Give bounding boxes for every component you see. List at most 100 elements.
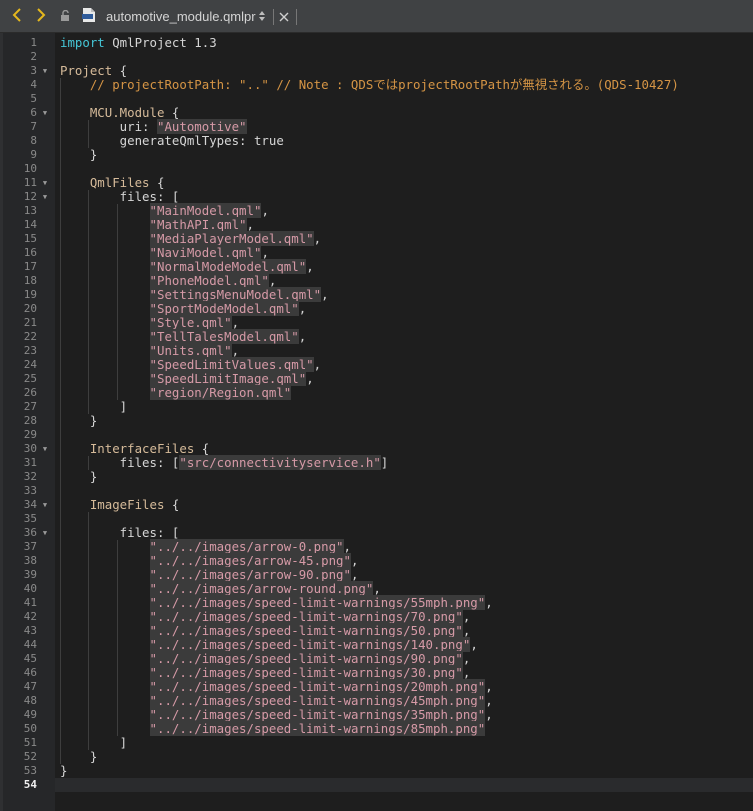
line-number: 31	[23, 456, 37, 469]
code-token: }	[60, 413, 98, 428]
code-token: "../../images/speed-limit-warnings/20mph…	[149, 679, 486, 694]
line-number: 7	[30, 120, 37, 133]
code-token: "src/connectivityservice.h"	[179, 455, 381, 470]
fold-marker-icon[interactable]: ▼	[41, 64, 49, 78]
open-document-selector[interactable]: automotive_module.qmlproject	[106, 0, 256, 33]
fold-marker-icon[interactable]: ▼	[41, 176, 49, 190]
code-token: ,	[261, 245, 269, 260]
text-editor-area[interactable]: 1 2 3 ▼ 4 5 6 ▼ 7 8 9 10 11 ▼ 12 ▼ 13 14 15 16 17 18 19 20 21 22 2…	[0, 33, 753, 811]
line-number: 18	[23, 274, 37, 287]
line-number: 3	[30, 64, 37, 77]
line-number: 49	[23, 708, 37, 721]
code-line: "NormalModeModel.qml",	[60, 259, 314, 274]
code-line: "SpeedLimitImage.qml",	[60, 371, 314, 386]
line-number: 39	[23, 568, 37, 581]
code-token: "MediaPlayerModel.qml"	[149, 231, 314, 246]
line-number: 15	[23, 232, 37, 245]
line-number: 50	[23, 722, 37, 735]
navigate-back-button[interactable]	[8, 0, 26, 33]
fold-marker-icon[interactable]: ▼	[41, 442, 49, 456]
line-number: 8	[30, 134, 37, 147]
code-token: }	[60, 763, 68, 778]
code-line: MCU.Module {	[60, 105, 180, 120]
line-number: 45	[23, 652, 37, 665]
code-token: ,	[313, 231, 322, 246]
code-line: "../../images/speed-limit-warnings/35mph…	[60, 707, 493, 722]
code-token: "region/Region.qml"	[149, 385, 292, 400]
code-token: "../../images/speed-limit-warnings/70.pn…	[149, 609, 463, 624]
code-token: "TellTalesModel.qml"	[149, 329, 299, 344]
code-token: "Style.qml"	[149, 315, 232, 330]
code-token: ]	[380, 455, 389, 470]
code-line: "MathAPI.qml",	[60, 217, 254, 232]
line-number: 20	[23, 302, 37, 315]
code-token: ,	[246, 217, 254, 232]
code-line: }	[60, 148, 97, 162]
code-token: true	[253, 133, 284, 148]
code-token: "../../images/arrow-round.png"	[149, 581, 374, 596]
line-number: 2	[30, 50, 37, 63]
line-number: 41	[23, 596, 37, 609]
code-line: "../../images/speed-limit-warnings/90.pn…	[60, 651, 471, 666]
code-token: InterfaceFiles	[89, 441, 195, 456]
code-token: "../../images/arrow-90.png"	[149, 567, 351, 582]
code-line: "region/Region.qml"	[60, 385, 292, 400]
code-token: "Automotive"	[156, 119, 247, 134]
line-number: 6	[30, 106, 37, 119]
file-type-indicator	[80, 0, 98, 33]
code-line: generateQmlTypes: true	[60, 134, 284, 148]
line-number: 44	[23, 638, 37, 651]
fold-marker-icon[interactable]: ▼	[41, 190, 49, 204]
code-line: ]	[60, 400, 127, 414]
code-token: "../../images/arrow-0.png"	[149, 539, 344, 554]
toolbar-divider	[273, 9, 274, 25]
line-number: 53	[23, 764, 37, 777]
code-token: import	[60, 35, 105, 50]
navigate-forward-button[interactable]	[32, 0, 50, 33]
code-token: "../../images/speed-limit-warnings/50.pn…	[149, 623, 463, 638]
fold-marker-icon[interactable]: ▼	[41, 106, 49, 120]
code-line: "../../images/speed-limit-warnings/45mph…	[60, 693, 493, 708]
code-token: ,	[343, 539, 351, 554]
code-token: generateQmlTypes:	[60, 133, 254, 148]
code-line: }	[60, 414, 97, 428]
code-token: "SettingsMenuModel.qml"	[149, 287, 322, 302]
code-token: ,	[462, 651, 471, 666]
fold-marker-icon[interactable]: ▼	[41, 526, 49, 540]
line-number: 26	[23, 386, 37, 399]
code-line: files: [	[60, 190, 180, 204]
code-token: "../../images/speed-limit-warnings/35mph…	[149, 707, 486, 722]
code-token: {	[194, 441, 210, 456]
fold-marker-icon[interactable]: ▼	[41, 498, 49, 512]
code-token: QmlProject 1.3	[104, 35, 217, 50]
code-line: "SettingsMenuModel.qml",	[60, 287, 329, 302]
line-number: 34	[23, 498, 37, 511]
code-token: ,	[462, 665, 471, 680]
indent-guide	[117, 204, 118, 400]
lock-icon	[60, 7, 71, 26]
line-number: 4	[30, 78, 37, 91]
code-line: "MediaPlayerModel.qml",	[60, 231, 322, 246]
close-document-button[interactable]	[277, 0, 291, 33]
line-number: 51	[23, 736, 37, 749]
code-token: ,	[298, 301, 307, 316]
indent-guide	[88, 456, 89, 470]
document-dropdown-toggle[interactable]	[256, 0, 268, 33]
file-lock-toggle[interactable]	[58, 0, 72, 33]
code-line: QmlFiles {	[60, 175, 165, 190]
code-token: ,	[485, 679, 493, 694]
